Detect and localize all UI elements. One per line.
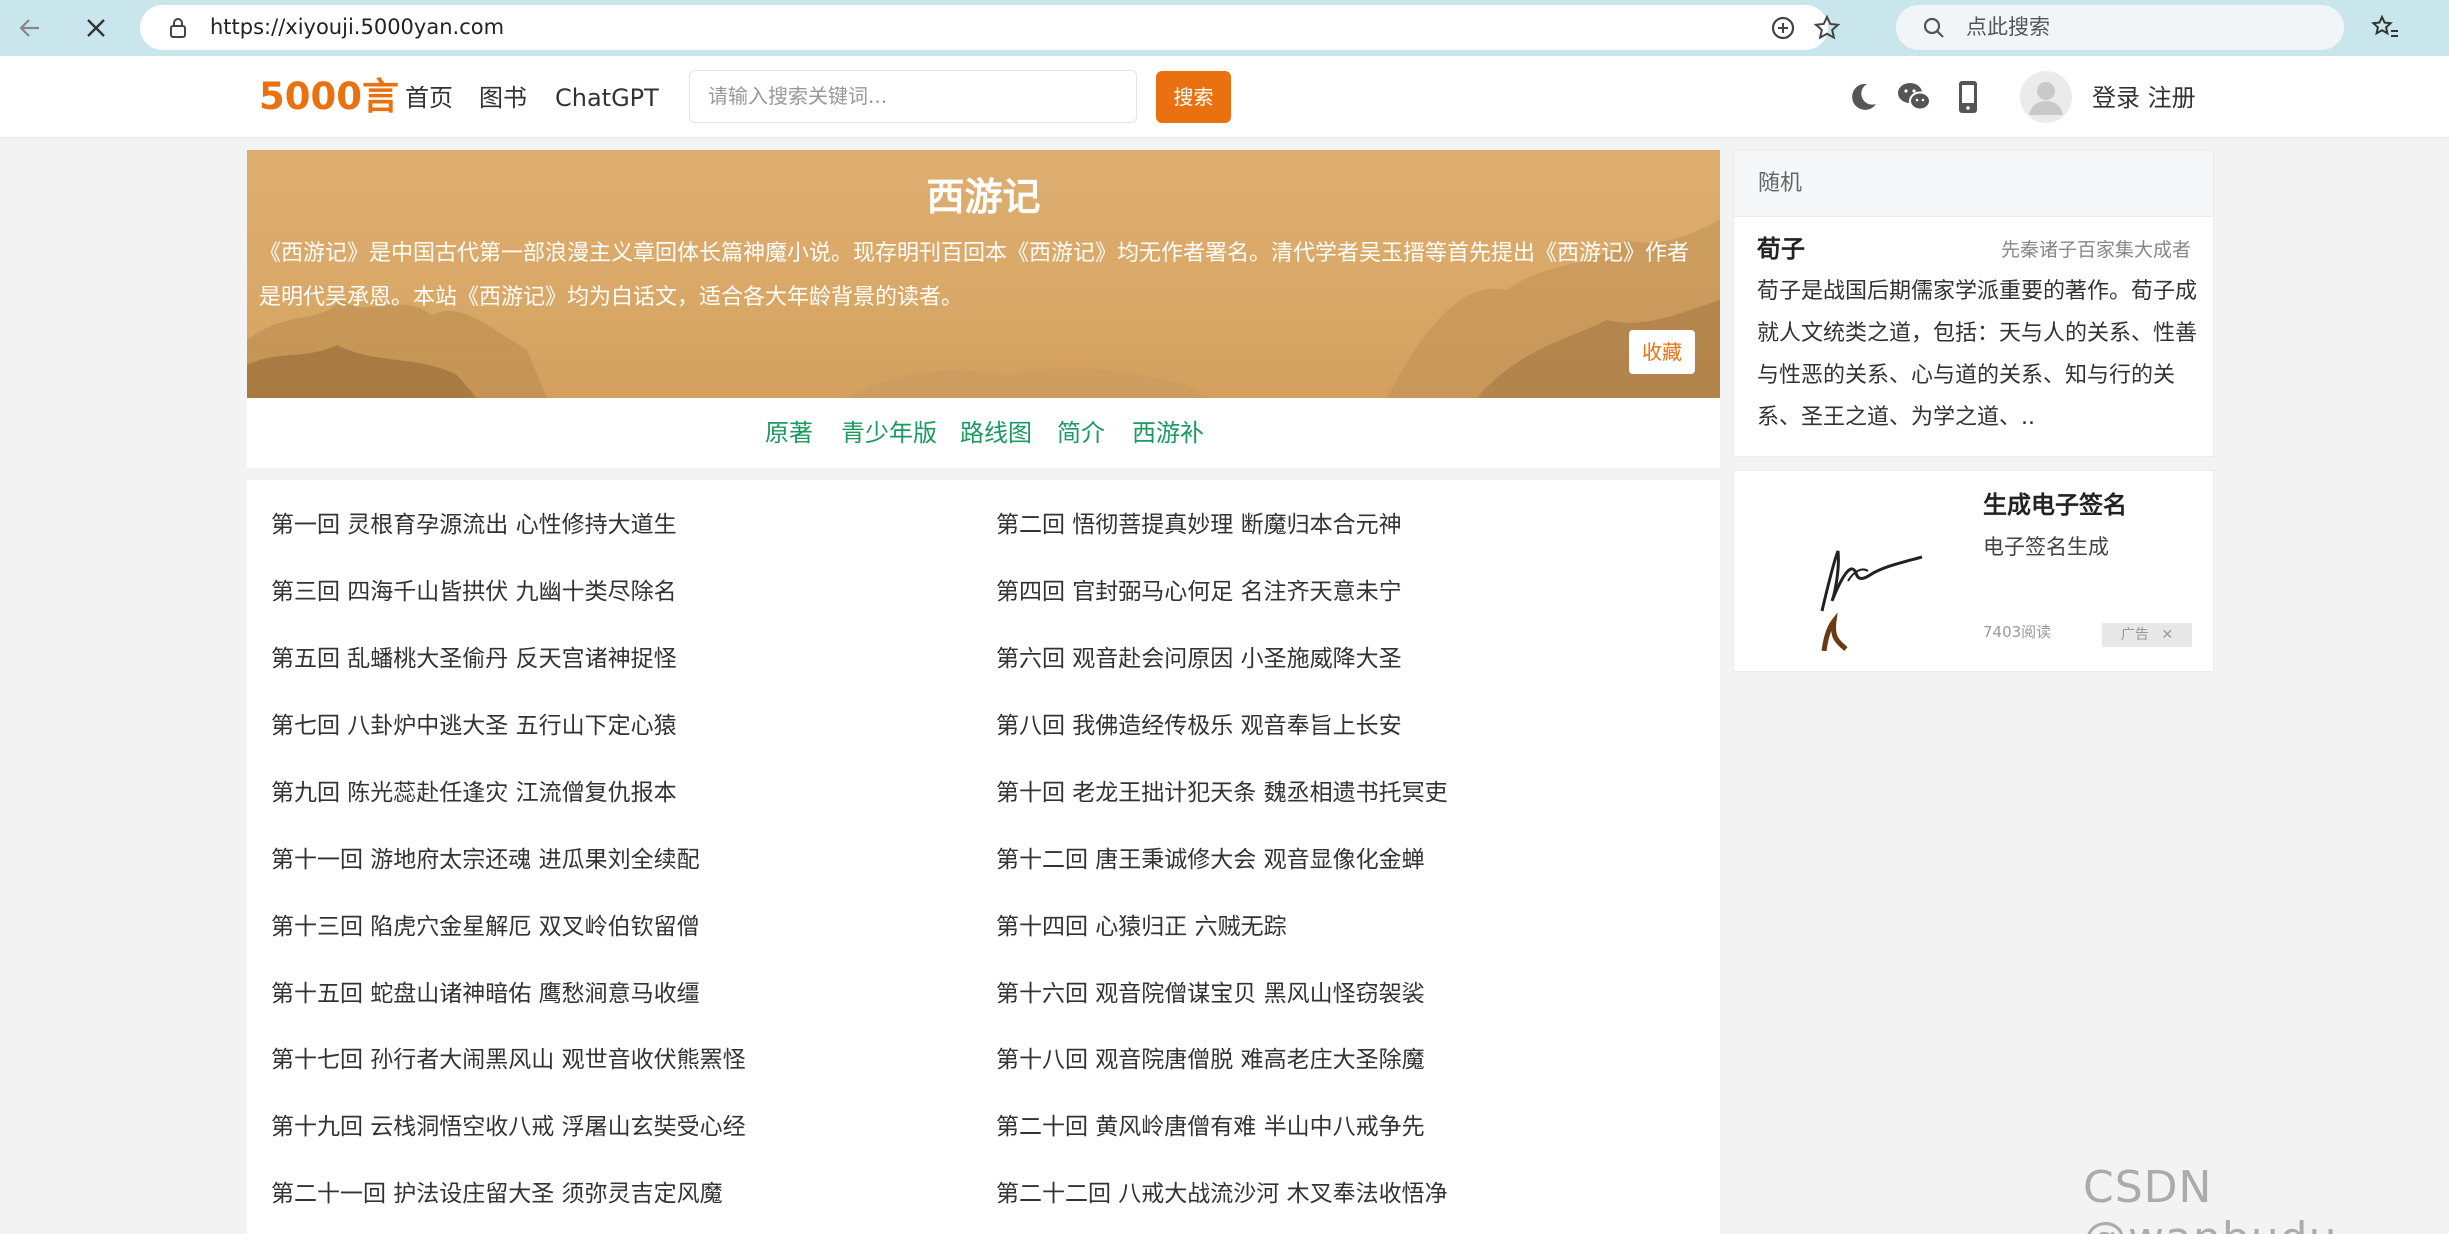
chapter-link[interactable]: 第三回 四海千山皆拱伏 九幽十类尽除名 [271,575,677,609]
ad-title[interactable]: 生成电子签名 [1983,485,2127,520]
wechat-icon[interactable] [1895,78,1933,116]
site-header: 5000言 首页 图书 ChatGPT 请输入搜索关键词... 搜索 登录 注册 [0,56,2449,138]
book-subnav: 原著 青少年版 路线图 简介 西游补 [247,398,1720,468]
chapter-link[interactable]: 第六回 观音赴会问原因 小圣施威降大圣 [996,642,1402,676]
chapter-link[interactable]: 第十九回 云栈洞悟空收八戒 浮屠山玄奘受心经 [271,1110,746,1144]
site-search-button[interactable]: 搜索 [1156,71,1231,123]
site-logo[interactable]: 5000言 [259,74,399,120]
chapter-link[interactable]: 第十二回 唐王秉诚修大会 观音显像化金蝉 [996,843,1425,877]
favorite-button[interactable]: 收藏 [1629,330,1695,374]
ad-badge[interactable]: 广告 ✕ [2102,623,2192,647]
chapter-list: 第一回 灵根育孕源流出 心性修持大道生 第二回 悟彻菩提真妙理 断魔归本合元神 … [247,480,1720,1234]
chapter-link[interactable]: 第十八回 观音院唐僧脱 难高老庄大圣除魔 [996,1043,1425,1077]
user-icon [2029,82,2063,115]
back-button[interactable] [10,8,50,48]
chapter-link[interactable]: 第十五回 蛇盘山诸神暗佑 鹰愁涧意马收缰 [271,977,700,1011]
random-book-name[interactable]: 荀子 [1757,229,1805,264]
ad-read-count: 7403阅读 [1983,623,2052,641]
lock-icon [170,18,186,38]
subnav-original[interactable]: 原著 [765,416,813,450]
chapter-link[interactable]: 第二十二回 八戒大战流沙河 木叉奉法收悟净 [996,1177,1448,1211]
chapter-link[interactable]: 第二十回 黄风岭唐僧有难 半山中八戒争先 [996,1110,1425,1144]
site-search-input[interactable]: 请输入搜索关键词... [689,70,1137,123]
subnav-route-map[interactable]: 路线图 [960,416,1032,450]
register-link[interactable]: 注册 [2148,84,2196,112]
subnav-xiyoubu[interactable]: 西游补 [1132,416,1204,450]
favorites-icon[interactable] [2370,13,2400,43]
random-book-card: 随机 荀子 先秦诸子百家集大成者 荀子是战国后期儒家学派重要的著作。荀子成就人文… [1733,150,2214,457]
chapter-link[interactable]: 第七回 八卦炉中逃大圣 五行山下定心猿 [271,709,677,743]
book-title: 西游记 [926,175,1041,219]
url-text: https://xiyouji.5000yan.com [210,15,505,39]
random-book-description: 荀子是战国后期儒家学派重要的著作。荀子成就人文统类之道，包括：天与人的关系、性善… [1757,279,2198,430]
ad-subtitle: 电子签名生成 [1983,535,2109,559]
auth-links: 登录 注册 [2092,78,2196,118]
nav-chatgpt[interactable]: ChatGPT [555,78,659,118]
nav-books[interactable]: 图书 [479,78,527,118]
book-description: 《西游记》是中国古代第一部浪漫主义章回体长篇神魔小说。现存明刊百回本《西游记》均… [259,241,1690,310]
chapter-link[interactable]: 第一回 灵根育孕源流出 心性修持大道生 [271,508,677,542]
moon-icon[interactable] [1843,78,1881,116]
browser-search-box[interactable]: 点此搜索 [1896,5,2344,50]
browser-toolbar: https://xiyouji.5000yan.com 点此搜索 [0,0,2449,56]
signature-image [1820,550,1923,651]
subnav-intro[interactable]: 简介 [1057,416,1105,450]
address-bar[interactable]: https://xiyouji.5000yan.com [140,5,1841,50]
close-icon[interactable]: ✕ [2161,627,2173,643]
watermark: CSDN @wanbudu [2083,1162,2336,1234]
chapter-link[interactable]: 第二回 悟彻菩提真妙理 断魔归本合元神 [996,508,1402,542]
chapter-link[interactable]: 第八回 我佛造经传极乐 观音奉旨上长安 [996,709,1402,743]
nav-home[interactable]: 首页 [405,78,453,118]
login-link[interactable]: 登录 [2092,84,2140,112]
chapter-link[interactable]: 第十三回 陷虎穴金星解厄 双叉岭伯钦留僧 [271,910,700,944]
star-icon[interactable] [1813,14,1841,42]
book-hero: 西游记 《西游记》是中国古代第一部浪漫主义章回体长篇神魔小说。现存明刊百回本《西… [247,150,1720,398]
random-card-title: 随机 [1734,151,2213,217]
chapter-link[interactable]: 第二十一回 护法设庄留大圣 须弥灵吉定风魔 [271,1177,723,1211]
browser-search-placeholder: 点此搜索 [1966,15,2050,39]
chapter-link[interactable]: 第九回 陈光蕊赴任逢灾 江流僧复仇报本 [271,776,677,810]
close-icon [87,19,105,37]
chapter-link[interactable]: 第十回 老龙王拙计犯天条 魏丞相遗书托冥吏 [996,776,1448,810]
chapter-link[interactable]: 第十四回 心猿归正 六贼无踪 [996,910,1287,944]
avatar[interactable] [2020,71,2072,123]
chapter-link[interactable]: 第十七回 孙行者大闹黑风山 观世音收伏熊罴怪 [271,1043,746,1077]
random-book-category: 先秦诸子百家集大成者 [2000,239,2191,261]
back-arrow-icon [19,19,39,37]
ad-badge-label: 广告 [2120,627,2149,643]
chapter-link[interactable]: 第四回 官封弼马心何足 名注齐天意未宁 [996,575,1402,609]
subnav-youth[interactable]: 青少年版 [841,416,937,450]
search-icon [1923,17,1944,38]
translate-icon[interactable] [1770,15,1796,41]
chapter-link[interactable]: 第十一回 游地府太宗还魂 进瓜果刘全续配 [271,843,700,877]
stop-button[interactable] [76,8,116,48]
mobile-icon[interactable] [1949,78,1987,116]
chapter-link[interactable]: 第五回 乱蟠桃大圣偷丹 反天宫诸神捉怪 [271,642,677,676]
chapter-link[interactable]: 第十六回 观音院僧谋宝贝 黑风山怪窃袈裟 [996,977,1425,1011]
ad-card[interactable]: 生成电子签名 电子签名生成 7403阅读 广告 ✕ [1733,470,2214,672]
